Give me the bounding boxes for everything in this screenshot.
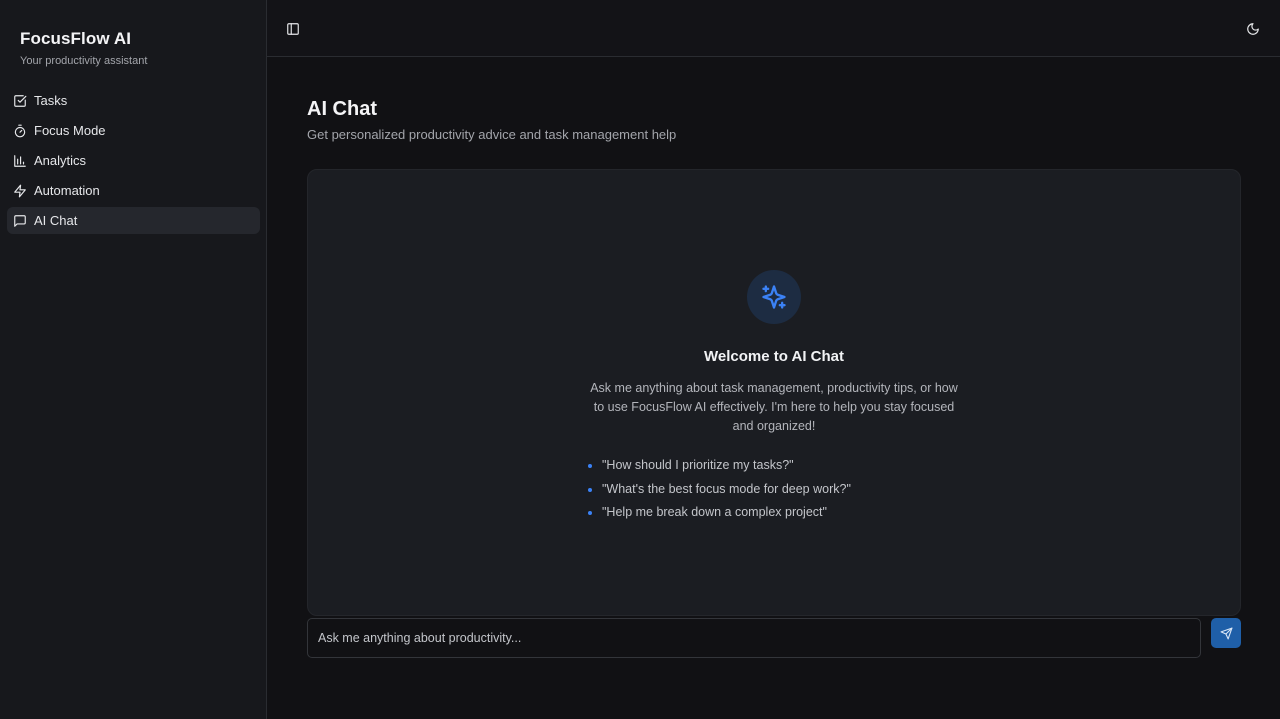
- sidebar-item-analytics[interactable]: Analytics: [7, 147, 260, 174]
- message-square-icon: [13, 214, 27, 228]
- sidebar-item-focus-mode[interactable]: Focus Mode: [7, 117, 260, 144]
- page-title: AI Chat: [307, 98, 377, 120]
- theme-toggle-button[interactable]: [1242, 18, 1264, 40]
- sidebar: FocusFlow AI Your productivity assistant…: [0, 0, 267, 719]
- moon-icon: [1247, 23, 1259, 35]
- send-icon: [1220, 627, 1232, 639]
- chat-messages-panel: Welcome to AI Chat Ask me anything about…: [307, 169, 1241, 616]
- brand: FocusFlow AI Your productivity assistant: [20, 29, 147, 67]
- main-content: AI Chat Get personalized productivity ad…: [267, 57, 1280, 719]
- send-button[interactable]: [1211, 618, 1241, 648]
- sidebar-item-label: AI Chat: [34, 213, 78, 228]
- bar-chart-icon: [13, 154, 27, 168]
- suggestion-item: "Help me break down a complex project": [588, 505, 827, 529]
- sparkles-icon: [762, 285, 786, 309]
- sidebar-item-automation[interactable]: Automation: [7, 177, 260, 204]
- sidebar-toggle-icon: [287, 23, 299, 35]
- suggestion-item: "How should I prioritize my tasks?": [588, 458, 794, 482]
- app-root: FocusFlow AI Your productivity assistant…: [0, 0, 1280, 719]
- suggestion-list: "How should I prioritize my tasks?" "Wha…: [588, 458, 851, 529]
- chat-input[interactable]: [307, 618, 1201, 658]
- timer-icon: [13, 124, 27, 138]
- welcome-message: Welcome to AI Chat Ask me anything about…: [308, 270, 1240, 529]
- topbar: [267, 0, 1280, 57]
- sidebar-item-ai-chat[interactable]: AI Chat: [7, 207, 260, 234]
- welcome-title: Welcome to AI Chat: [703, 348, 845, 365]
- sidebar-item-label: Tasks: [34, 93, 68, 108]
- welcome-description: Ask me anything about task management, p…: [590, 381, 958, 433]
- sparkles-badge: [747, 270, 801, 324]
- suggestion-item: "What's the best focus mode for deep wor…: [588, 482, 851, 506]
- page-subtitle: Get personalized productivity advice and…: [307, 127, 677, 142]
- sidebar-item-label: Automation: [34, 183, 100, 198]
- sidebar-item-label: Focus Mode: [34, 123, 106, 138]
- brand-title: FocusFlow AI: [20, 29, 132, 48]
- sidebar-item-tasks[interactable]: Tasks: [7, 87, 260, 114]
- zap-icon: [13, 184, 27, 198]
- sidebar-toggle-button[interactable]: [282, 18, 304, 40]
- square-check-icon: [13, 94, 27, 108]
- sidebar-nav: Tasks Focus Mode Analytics Automation AI…: [7, 87, 260, 237]
- sidebar-item-label: Analytics: [34, 153, 87, 168]
- brand-subtitle: Your productivity assistant: [20, 55, 148, 67]
